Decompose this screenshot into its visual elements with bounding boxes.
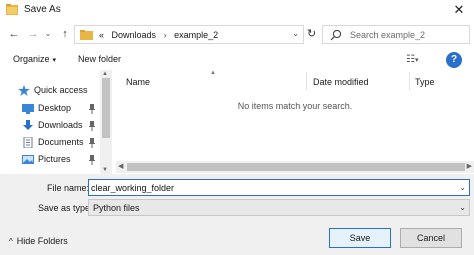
save-as-type-select[interactable]: Python files ⌄ bbox=[88, 199, 470, 216]
chevron-down-icon[interactable]: ⌄ bbox=[459, 203, 466, 212]
recent-locations-chevron-icon[interactable]: ⌄ bbox=[43, 26, 53, 42]
column-header-type[interactable]: Type bbox=[415, 77, 435, 87]
navigation-bar: ← → ⌄ ↑ « Downloads › example_2 ⌄ ↻ Sear… bbox=[0, 22, 474, 46]
address-dropdown-icon[interactable]: ⌄ bbox=[292, 29, 299, 38]
new-folder-button[interactable]: New folder bbox=[78, 54, 121, 64]
pictures-icon bbox=[22, 155, 34, 164]
forward-button[interactable]: → bbox=[26, 26, 40, 42]
pin-icon[interactable] bbox=[88, 155, 96, 165]
breadcrumb-item-downloads[interactable]: Downloads bbox=[112, 30, 157, 40]
navigation-pane: Quick access Desktop Downloads Documents… bbox=[0, 70, 112, 174]
sidebar-item-label: Pictures bbox=[38, 154, 71, 164]
address-bar[interactable]: « Downloads › example_2 ⌄ bbox=[74, 25, 304, 44]
desktop-icon bbox=[22, 104, 34, 114]
help-button[interactable]: ? bbox=[446, 52, 462, 68]
sort-arrow-icon: ▲ bbox=[210, 70, 216, 76]
scrollbar-thumb[interactable] bbox=[102, 78, 110, 138]
view-list-icon: ☷ bbox=[406, 54, 415, 65]
organize-label: Organize bbox=[13, 54, 50, 64]
scroll-down-icon[interactable]: ▼ bbox=[102, 167, 108, 173]
command-toolbar: Organize ▾ New folder ☷▾ ? bbox=[0, 50, 474, 70]
title-bar: Save As ✕ bbox=[0, 0, 474, 20]
chevron-down-icon[interactable]: ⌄ bbox=[459, 183, 466, 192]
file-list-pane: ▲ Name Date modified Type No items match… bbox=[116, 70, 474, 174]
save-as-window-icon bbox=[6, 4, 18, 15]
hide-folders-button[interactable]: ^ Hide Folders bbox=[9, 236, 68, 246]
breadcrumb-item-example-2[interactable]: example_2 bbox=[174, 30, 218, 40]
organize-button[interactable]: Organize ▾ bbox=[13, 54, 56, 64]
file-name-input[interactable] bbox=[91, 180, 451, 195]
column-divider[interactable] bbox=[306, 72, 307, 90]
sidebar-item-label: Downloads bbox=[38, 120, 83, 130]
empty-list-message: No items match your search. bbox=[237, 101, 353, 111]
cancel-button[interactable]: Cancel bbox=[400, 228, 462, 248]
search-placeholder: Search example_2 bbox=[350, 30, 426, 40]
column-header-date-modified[interactable]: Date modified bbox=[313, 77, 369, 87]
sidebar-item-label: Documents bbox=[38, 137, 84, 147]
breadcrumb: « Downloads › example_2 bbox=[99, 30, 223, 40]
breadcrumb-separator-icon[interactable]: › bbox=[164, 30, 167, 40]
up-button[interactable]: ↑ bbox=[58, 26, 72, 42]
file-name-label: File name: bbox=[47, 183, 90, 193]
scroll-left-icon[interactable]: ◀ bbox=[118, 162, 123, 170]
save-as-type-value: Python files bbox=[93, 203, 140, 213]
search-icon bbox=[330, 29, 342, 41]
search-box[interactable]: Search example_2 bbox=[322, 25, 470, 44]
download-icon bbox=[23, 120, 33, 130]
save-options-panel: File name: ⌄ Save as type: Python files … bbox=[0, 174, 474, 255]
window-title: Save As bbox=[24, 4, 61, 15]
save-as-type-label: Save as type: bbox=[38, 203, 93, 213]
save-button[interactable]: Save bbox=[329, 228, 391, 248]
sidebar-item-label: Desktop bbox=[38, 103, 72, 113]
file-list-horizontal-scrollbar[interactable]: ◀ ▶ bbox=[116, 161, 474, 173]
scroll-right-icon[interactable]: ▶ bbox=[467, 162, 472, 170]
pin-icon[interactable] bbox=[88, 121, 96, 131]
star-icon bbox=[18, 85, 30, 96]
file-name-field[interactable]: ⌄ bbox=[88, 179, 470, 196]
navigation-pane-scrollbar[interactable]: ▲ ▼ bbox=[100, 70, 112, 174]
refresh-button[interactable]: ↻ bbox=[307, 28, 319, 40]
chevron-up-icon: ^ bbox=[9, 237, 13, 246]
change-view-button[interactable]: ☷▾ bbox=[406, 54, 418, 65]
breadcrumb-overflow[interactable]: « bbox=[99, 30, 104, 40]
close-button[interactable]: ✕ bbox=[448, 2, 470, 18]
pin-icon[interactable] bbox=[88, 104, 96, 114]
column-divider[interactable] bbox=[409, 72, 410, 90]
chevron-down-icon: ▾ bbox=[52, 57, 57, 64]
column-header-name[interactable]: Name bbox=[126, 77, 150, 87]
column-header-row: ▲ Name Date modified Type bbox=[116, 70, 474, 92]
back-button[interactable]: ← bbox=[7, 26, 21, 42]
pin-icon[interactable] bbox=[88, 138, 96, 148]
documents-icon bbox=[23, 137, 33, 148]
hide-folders-label: Hide Folders bbox=[16, 236, 68, 246]
chevron-down-icon: ▾ bbox=[414, 57, 419, 64]
folder-icon bbox=[80, 30, 93, 40]
sidebar-item-label: Quick access bbox=[34, 85, 88, 95]
scrollbar-thumb[interactable] bbox=[127, 163, 465, 171]
scroll-up-icon[interactable]: ▲ bbox=[102, 71, 108, 77]
